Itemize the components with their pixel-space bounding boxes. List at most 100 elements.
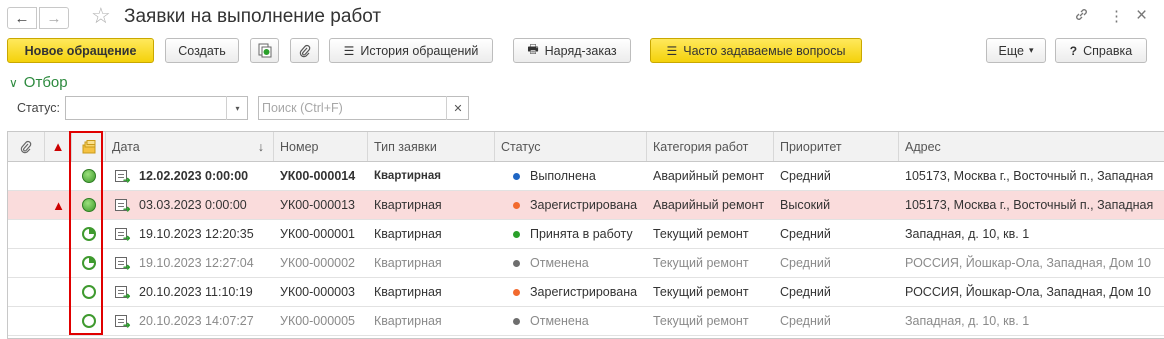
work-order-label: Наряд-заказ — [544, 43, 617, 58]
new-request-button[interactable]: Новое обращение — [7, 38, 154, 63]
table-row[interactable]: ➜ 20.10.2023 11:10:19 УК00-000003 Квартир… — [8, 278, 1164, 307]
table-row[interactable]: ▲ ➜ 03.03.2023 0:00:00 УК00-000013 Кварти… — [8, 191, 1164, 220]
row-priority: Средний — [780, 169, 831, 183]
more-actions-label: Еще — [998, 43, 1024, 58]
column-status[interactable]: Статус — [495, 132, 647, 161]
row-type: Квартирная — [374, 227, 442, 241]
column-priority[interactable]: Приоритет — [774, 132, 899, 161]
row-status: Отменена — [495, 249, 647, 277]
status-dot-icon — [513, 201, 520, 209]
attach-file-button[interactable] — [290, 38, 319, 63]
row-status-text: Отменена — [530, 314, 589, 328]
status-dropdown-button[interactable]: ▾ — [226, 96, 248, 120]
row-type: Квартирная — [374, 314, 442, 328]
row-status-text: Зарегистрирована — [530, 285, 638, 299]
row-address: 105173, Москва г., Восточный п., Западна… — [905, 169, 1154, 183]
row-status-text: Зарегистрирована — [530, 198, 638, 212]
status-dot-icon — [513, 259, 520, 267]
search-input[interactable]: Поиск (Ctrl+F) — [258, 96, 469, 120]
row-category: Аварийный ремонт — [653, 198, 765, 212]
status-dot-icon — [513, 172, 520, 180]
copy-document-icon — [258, 43, 271, 58]
row-category: Текущий ремонт — [653, 227, 749, 241]
table-row[interactable]: ➜ 20.10.2023 14:07:27 УК00-000005 Квартир… — [8, 307, 1164, 336]
list-icon: ☰ — [343, 43, 355, 58]
more-actions-button[interactable]: Еще ▾ — [986, 38, 1046, 63]
row-type: Квартирная — [374, 285, 442, 299]
forward-button[interactable]: → — [39, 7, 69, 29]
work-order-button[interactable]: 🖶 Наряд-заказ — [513, 38, 631, 63]
row-status-text: Выполнена — [530, 169, 596, 183]
row-status-text: Отменена — [530, 256, 589, 270]
row-address: Западная, д. 10, кв. 1 — [905, 314, 1030, 328]
create-button[interactable]: Создать — [165, 38, 239, 63]
help-label: Справка — [1083, 43, 1133, 58]
page-title: Заявки на выполнение работ — [124, 6, 382, 27]
status-dot-icon — [513, 230, 520, 238]
back-button[interactable]: ← — [7, 7, 37, 29]
row-priority: Средний — [780, 314, 831, 328]
row-date-text: 12.02.2023 0:00:00 — [139, 169, 249, 183]
row-number: УК00-000013 — [280, 198, 355, 212]
row-warning-icon: ▲ — [45, 191, 72, 219]
status-filter-input[interactable] — [65, 96, 248, 120]
column-warning-icon[interactable]: ▲ — [45, 132, 72, 161]
highlight-outline — [69, 131, 103, 335]
paperclip-icon — [299, 44, 310, 57]
row-date-text: 03.03.2023 0:00:00 — [139, 198, 247, 212]
row-priority: Высокий — [780, 198, 831, 212]
row-number: УК00-000005 — [280, 314, 355, 328]
row-date-text: 19.10.2023 12:20:35 — [139, 227, 254, 241]
close-icon[interactable]: × — [1136, 5, 1147, 27]
row-address: 105173, Москва г., Восточный п., Западна… — [905, 198, 1154, 212]
row-address: РОССИЯ, Йошкар-Ола, Западная, Дом 10 — [905, 285, 1151, 299]
document-icon: ➜ — [115, 256, 131, 272]
printer-icon: 🖶 — [527, 42, 539, 56]
column-type[interactable]: Тип заявки — [368, 132, 495, 161]
row-date: ➜ 19.10.2023 12:20:35 — [106, 220, 274, 248]
row-date: ➜ 20.10.2023 11:10:19 — [106, 278, 274, 306]
document-icon: ➜ — [115, 169, 131, 185]
column-number[interactable]: Номер — [274, 132, 368, 161]
row-type: Квартирная — [374, 198, 442, 212]
more-menu-icon[interactable]: ⋮ — [1109, 7, 1124, 25]
row-category: Текущий ремонт — [653, 285, 749, 299]
row-date-text: 20.10.2023 11:10:19 — [139, 285, 253, 299]
table-row[interactable]: ➜ 19.10.2023 12:27:04 УК00-000002 Квартир… — [8, 249, 1164, 278]
clear-search-button[interactable]: ✕ — [446, 96, 469, 120]
copy-document-button[interactable] — [250, 38, 279, 63]
row-priority: Средний — [780, 227, 831, 241]
request-history-button[interactable]: ☰ История обращений — [329, 38, 493, 63]
row-status: Принята в работу — [495, 220, 647, 248]
warning-icon: ▲ — [51, 139, 65, 154]
faq-button[interactable]: ☰ Часто задаваемые вопросы — [650, 38, 862, 63]
column-attachment-paperclip-icon[interactable] — [8, 132, 45, 161]
column-date-label: Дата — [112, 139, 140, 154]
table-row[interactable]: ➜ 12.02.2023 0:00:00 УК00-000014 Квартирн… — [8, 162, 1164, 191]
document-icon: ➜ — [115, 227, 131, 243]
row-priority: Средний — [780, 285, 831, 299]
document-icon: ➜ — [115, 285, 131, 301]
link-icon[interactable] — [1074, 7, 1089, 26]
title-bar: ← → ☆ Заявки на выполнение работ ⋮ × — [0, 0, 1164, 36]
column-category[interactable]: Категория работ — [647, 132, 774, 161]
row-status: Выполнена — [495, 162, 647, 190]
row-date: ➜ 12.02.2023 0:00:00 — [106, 162, 274, 190]
help-button[interactable]: ? Справка — [1055, 38, 1147, 63]
chevron-down-icon: ∨ — [9, 76, 18, 90]
row-type: Квартирная — [374, 170, 441, 182]
row-type: Квартирная — [374, 256, 442, 270]
column-address[interactable]: Адрес — [899, 132, 1164, 161]
filter-toggle[interactable]: ∨ Отбор — [9, 74, 68, 91]
requests-table: ▲ Дата ↓ Номер Тип заявки Статус Категори… — [7, 131, 1164, 339]
arrow-right-icon: → — [46, 9, 62, 27]
column-date[interactable]: Дата ↓ — [106, 132, 274, 161]
filter-toggle-label: Отбор — [23, 74, 68, 91]
row-category: Аварийный ремонт — [653, 169, 765, 183]
row-date: ➜ 19.10.2023 12:27:04 — [106, 249, 274, 277]
row-number: УК00-000002 — [280, 256, 355, 270]
row-number: УК00-000001 — [280, 227, 355, 241]
row-status: Зарегистрирована — [495, 191, 647, 219]
favorite-star-icon[interactable]: ☆ — [91, 3, 111, 29]
table-row[interactable]: ➜ 19.10.2023 12:20:35 УК00-000001 Квартир… — [8, 220, 1164, 249]
